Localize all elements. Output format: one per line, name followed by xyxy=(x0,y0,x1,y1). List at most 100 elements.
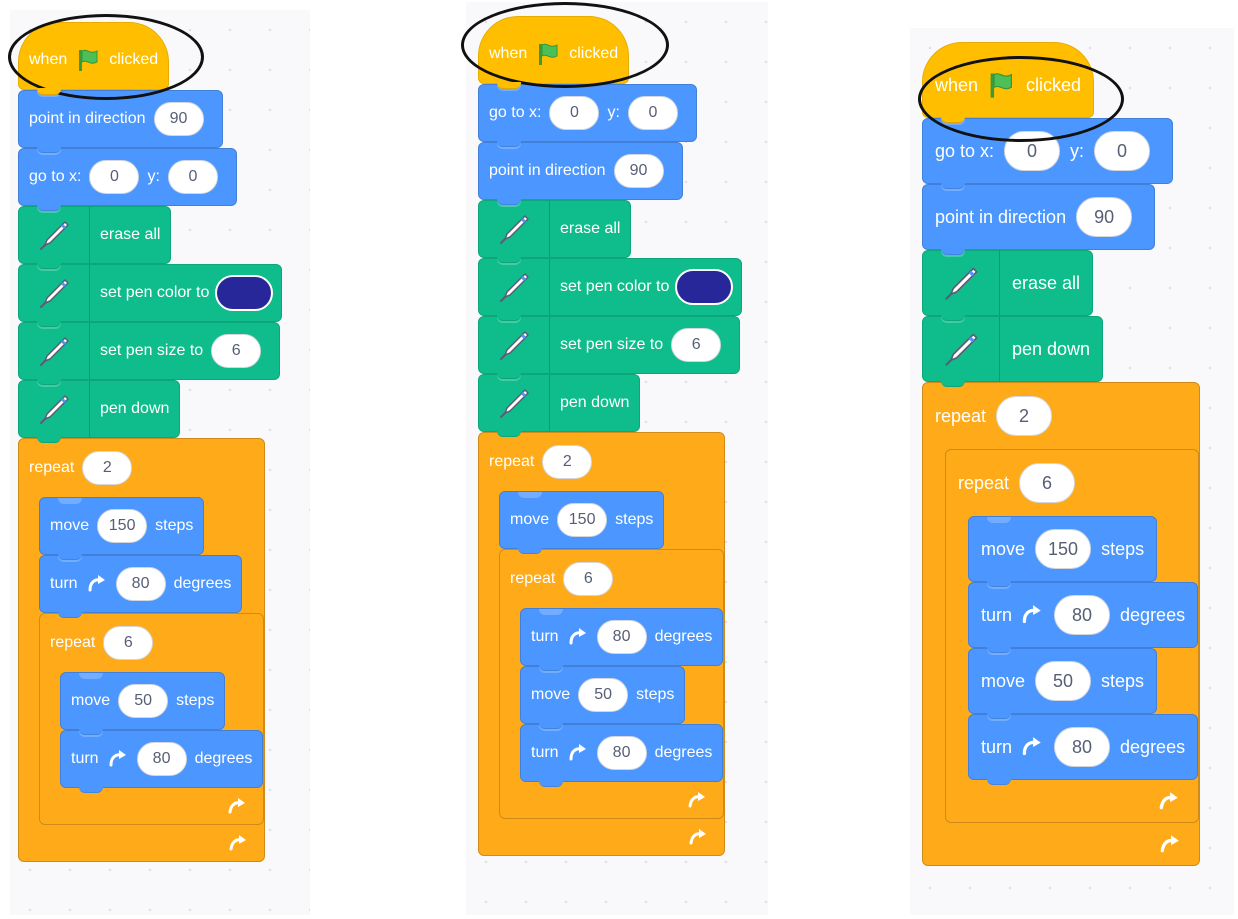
steps-input[interactable]: 150 xyxy=(557,503,608,537)
erase-all-block[interactable]: erase all xyxy=(18,206,172,269)
degrees-label: degrees xyxy=(654,744,713,761)
repeat-outer-block[interactable]: repeat 2 repeat 6 move 150 steps turn 80… xyxy=(922,382,1201,866)
steps-input[interactable]: 50 xyxy=(118,684,169,718)
point-in-direction-block[interactable]: point in direction 90 xyxy=(922,184,1156,255)
x-input[interactable]: 0 xyxy=(89,160,140,194)
degrees-input[interactable]: 80 xyxy=(596,736,647,770)
turn-right-block[interactable]: turn 80 degrees xyxy=(520,608,724,671)
goto-label: go to x: xyxy=(29,168,82,185)
erase-all-block[interactable]: erase all xyxy=(922,250,1094,321)
degrees-label: degrees xyxy=(654,628,713,645)
point-in-direction-block[interactable]: point in direction 90 xyxy=(478,142,683,205)
repeat-count-input[interactable]: 6 xyxy=(563,562,614,596)
when-flag-clicked-block[interactable]: when clicked xyxy=(18,22,170,95)
direction-input[interactable]: 90 xyxy=(1076,197,1133,237)
degrees-input[interactable]: 80 xyxy=(1054,595,1111,635)
degrees-input[interactable]: 80 xyxy=(596,620,647,654)
c-block-arm xyxy=(500,608,520,782)
turn-label: turn xyxy=(981,604,1013,625)
turn-label: turn xyxy=(531,744,559,761)
move-steps-block[interactable]: move 150 steps xyxy=(968,516,1158,587)
degrees-input[interactable]: 80 xyxy=(115,567,166,601)
x-input[interactable]: 0 xyxy=(1004,131,1061,171)
pen-size-input[interactable]: 6 xyxy=(211,334,262,368)
repeat-count-input[interactable]: 6 xyxy=(103,626,154,660)
steps-input[interactable]: 150 xyxy=(1035,529,1092,569)
repeat-inner-block[interactable]: repeat 6 turn 80 degrees move 50 steps t… xyxy=(499,549,725,819)
turn-right-block[interactable]: turn 80 degrees xyxy=(60,730,264,793)
repeat-inner-block[interactable]: repeat 6 move 150 steps turn 80 degrees … xyxy=(945,449,1200,823)
hat-when-label: when xyxy=(489,45,528,62)
y-input[interactable]: 0 xyxy=(627,96,678,130)
turn-right-block[interactable]: turn 80 degrees xyxy=(968,714,1199,785)
degrees-input[interactable]: 80 xyxy=(1054,727,1111,767)
move-steps-block[interactable]: move 150 steps xyxy=(499,491,665,554)
repeat-count-input[interactable]: 2 xyxy=(542,445,593,479)
when-flag-clicked-block[interactable]: when clicked xyxy=(922,42,1095,123)
steps-input[interactable]: 50 xyxy=(578,678,629,712)
move-steps-block[interactable]: move 150 steps xyxy=(39,497,205,560)
pen-color-swatch[interactable] xyxy=(215,275,274,311)
loop-arrow-icon xyxy=(228,834,248,852)
when-flag-clicked-block[interactable]: when clicked xyxy=(478,16,630,89)
repeat-count-input[interactable]: 2 xyxy=(82,451,133,485)
degrees-label: degrees xyxy=(194,750,253,767)
pen-color-swatch[interactable] xyxy=(675,269,734,305)
pen-icon xyxy=(19,381,90,437)
pen-down-block[interactable]: pen down xyxy=(922,316,1104,387)
set-pen-color-label: set pen color to xyxy=(560,278,670,295)
set-pen-size-label: set pen size to xyxy=(560,336,664,353)
turn-right-block[interactable]: turn 80 degrees xyxy=(39,555,243,618)
go-to-xy-block[interactable]: go to x: 0 y: 0 xyxy=(18,148,237,211)
script-3[interactable]: when clicked go to x: 0 y: 0 point in di… xyxy=(922,42,1201,866)
pen-size-input[interactable]: 6 xyxy=(671,328,722,362)
turn-right-block[interactable]: turn 80 degrees xyxy=(520,724,724,787)
steps-input[interactable]: 150 xyxy=(97,509,148,543)
repeat-outer-stack: move 150 steps repeat 6 turn 80 degrees … xyxy=(499,491,725,819)
repeat-count-input[interactable]: 2 xyxy=(996,396,1053,436)
move-steps-block[interactable]: move 50 steps xyxy=(968,648,1158,719)
script-1[interactable]: when clicked point in direction 90 go to… xyxy=(18,22,283,862)
point-in-direction-block[interactable]: point in direction 90 xyxy=(18,90,223,153)
move-label: move xyxy=(981,538,1026,559)
repeat-inner-block[interactable]: repeat 6 move 50 steps turn 80 degrees xyxy=(39,613,265,825)
turn-label: turn xyxy=(981,736,1013,757)
go-to-xy-block[interactable]: go to x: 0 y: 0 xyxy=(478,84,697,147)
green-flag-icon xyxy=(535,41,561,67)
repeat-label: repeat xyxy=(50,634,96,651)
repeat-outer-block[interactable]: repeat 2 move 150 steps turn 80 degrees xyxy=(18,438,266,862)
repeat-outer-block[interactable]: repeat 2 move 150 steps repeat 6 turn 80… xyxy=(478,432,726,856)
pen-icon xyxy=(479,375,550,431)
set-pen-size-block[interactable]: set pen size to 6 xyxy=(18,322,281,385)
pen-down-block[interactable]: pen down xyxy=(18,380,181,443)
set-pen-color-block[interactable]: set pen color to xyxy=(478,258,743,321)
go-to-xy-block[interactable]: go to x: 0 y: 0 xyxy=(922,118,1174,189)
repeat-label: repeat xyxy=(958,472,1010,493)
erase-all-block[interactable]: erase all xyxy=(478,200,632,263)
x-input[interactable]: 0 xyxy=(549,96,600,130)
set-pen-color-label: set pen color to xyxy=(100,284,210,301)
c-block-arm xyxy=(479,491,499,819)
turn-clockwise-icon xyxy=(86,573,108,595)
pen-down-block[interactable]: pen down xyxy=(478,374,641,437)
pen-icon xyxy=(19,265,90,321)
direction-input[interactable]: 90 xyxy=(153,102,204,136)
y-input[interactable]: 0 xyxy=(167,160,218,194)
repeat-count-input[interactable]: 6 xyxy=(1019,463,1076,503)
script-2[interactable]: when clicked go to x: 0 y: 0 point in di… xyxy=(478,16,743,856)
degrees-input[interactable]: 80 xyxy=(136,742,187,776)
move-steps-block[interactable]: move 50 steps xyxy=(60,672,226,735)
turn-right-block[interactable]: turn 80 degrees xyxy=(968,582,1199,653)
move-steps-block[interactable]: move 50 steps xyxy=(520,666,686,729)
erase-all-label: erase all xyxy=(100,226,161,243)
turn-clockwise-icon xyxy=(567,626,589,648)
steps-input[interactable]: 50 xyxy=(1035,661,1092,701)
direction-input[interactable]: 90 xyxy=(613,154,664,188)
set-pen-size-block[interactable]: set pen size to 6 xyxy=(478,316,741,379)
y-input[interactable]: 0 xyxy=(1094,131,1151,171)
c-block-arm xyxy=(923,449,945,823)
set-pen-color-block[interactable]: set pen color to xyxy=(18,264,283,327)
turn-clockwise-icon xyxy=(1020,735,1044,759)
turn-clockwise-icon xyxy=(107,748,129,770)
repeat-inner-stack: turn 80 degrees move 50 steps turn 80 de… xyxy=(520,608,724,787)
